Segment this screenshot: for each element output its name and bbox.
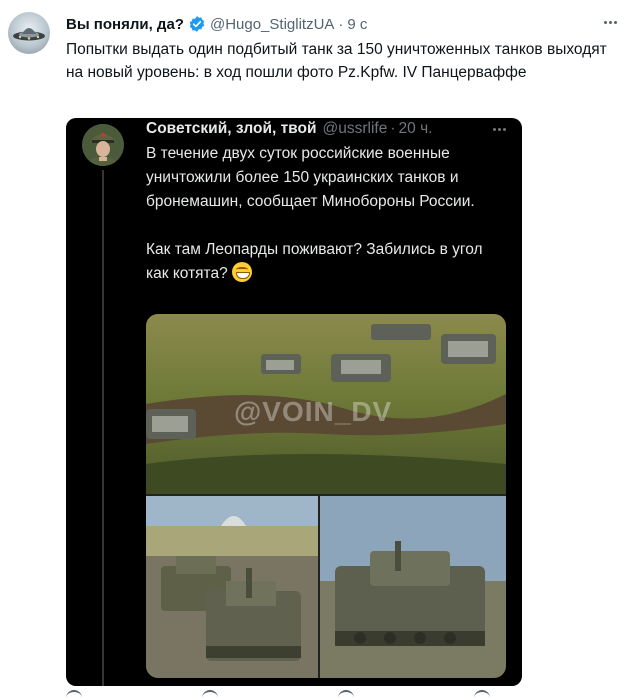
soldier-portrait-icon: [82, 124, 124, 166]
quoted-more-options-icon[interactable]: [488, 122, 510, 136]
more-options-icon[interactable]: [600, 14, 620, 30]
grinning-face-emoji-icon: [231, 262, 252, 282]
verified-badge-icon: [188, 15, 206, 33]
share-icon[interactable]: [474, 690, 490, 700]
retweet-icon[interactable]: [202, 690, 218, 700]
ufo-avatar-icon: [13, 28, 45, 41]
quoted-paragraph-2: Как там Леопарды поживают? Забились в уг…: [146, 238, 506, 286]
tank-photo-steppe[interactable]: [146, 496, 318, 678]
separator-dot: ·: [338, 15, 344, 33]
quoted-paragraph-2-text: Как там Леопарды поживают? Забились в уг…: [146, 241, 483, 282]
quoted-tweet[interactable]: Советский, злой, твой @ussrlife · 20 ч. …: [66, 118, 522, 686]
separator-dot: ·: [390, 120, 396, 137]
tweet-timestamp[interactable]: 9 с: [347, 16, 367, 33]
quoted-tweet-text: В течение двух суток российские военные …: [146, 142, 506, 286]
quoted-tweet-header: Советский, злой, твой @ussrlife · 20 ч.: [146, 118, 432, 140]
author-avatar[interactable]: [8, 12, 50, 54]
quoted-author-name[interactable]: Советский, злой, твой: [146, 120, 317, 138]
tweet[interactable]: Вы поняли, да? @Hugo_StiglitzUA · 9 с По…: [0, 0, 632, 698]
author-handle[interactable]: @Hugo_StiglitzUA: [210, 16, 334, 33]
tweet-header: Вы поняли, да? @Hugo_StiglitzUA · 9 с: [66, 14, 367, 34]
like-icon[interactable]: [338, 690, 354, 700]
reply-icon[interactable]: [66, 690, 82, 700]
quoted-paragraph-1: В течение двух суток российские военные …: [146, 145, 475, 210]
thread-line: [102, 170, 104, 686]
tank-photo-field[interactable]: @VOIN_DV: [146, 314, 506, 494]
tweet-text: Попытки выдать один подбитый танк за 150…: [66, 41, 607, 81]
media-grid[interactable]: @VOIN_DV: [146, 314, 506, 678]
author-name[interactable]: Вы поняли, да?: [66, 16, 184, 33]
quoted-tweet-timestamp[interactable]: 20 ч.: [399, 120, 433, 138]
quoted-author-avatar[interactable]: [82, 124, 124, 166]
tank-photo-close[interactable]: [320, 496, 506, 678]
media-watermark: @VOIN_DV: [234, 396, 393, 427]
quoted-author-handle[interactable]: @ussrlife: [323, 120, 388, 138]
tweet-actions: [66, 690, 626, 698]
